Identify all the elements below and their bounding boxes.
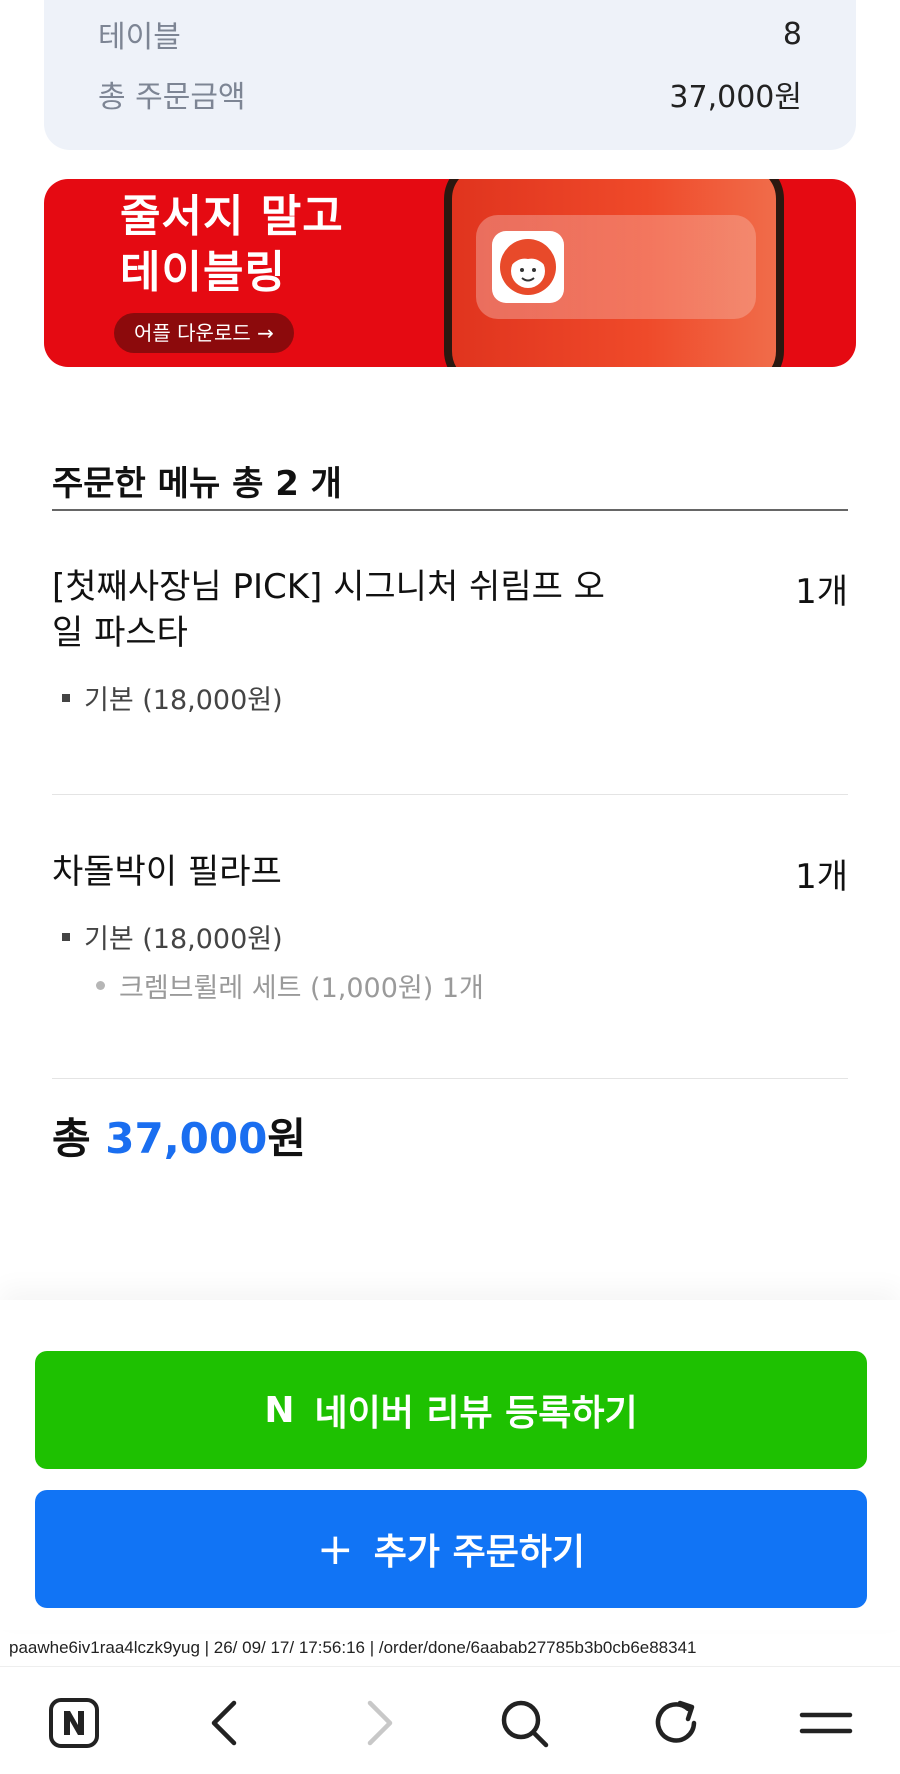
summary-label: 총 주문금액 [98, 80, 246, 115]
reload-icon[interactable] [648, 1695, 704, 1751]
item-option: 기본 (18,000원) [62, 917, 848, 956]
item-divider [52, 1078, 848, 1079]
phone-illustration [444, 179, 784, 367]
item-option: 기본 (18,000원) [62, 678, 848, 717]
total-suffix: 원 [267, 1114, 306, 1163]
option-label: 기본 (18,000원) [84, 924, 283, 955]
total-prefix: 총 [52, 1114, 106, 1163]
forward-icon[interactable] [350, 1695, 406, 1751]
sub-option-label: 크렘브륄레 세트 (1,000원) 1개 [119, 973, 484, 1004]
browser-navbar [0, 1666, 900, 1774]
naver-review-label: 네이버 리뷰 등록하기 [314, 1393, 638, 1434]
app-download-button[interactable]: 어플 다운로드 → [114, 313, 294, 353]
banner-title-line: 테이블링 [120, 247, 286, 298]
summary-label: 테이블 [98, 20, 181, 55]
naver-home-icon[interactable] [46, 1695, 102, 1751]
item-divider [52, 794, 848, 795]
back-icon[interactable] [198, 1695, 254, 1751]
bullet-icon [62, 932, 70, 941]
plus-icon: + [316, 1523, 354, 1575]
order-item: 차돌박이 필라프 1개 기본 (18,000원) 크렘브륄레 세트 (1,000… [52, 849, 848, 1005]
summary-value: 37,000원 [669, 80, 802, 115]
bullet-icon [62, 693, 70, 702]
item-name: [첫째사장님 PICK] 시그니처 쉬림프 오일 파스타 [52, 567, 605, 653]
option-label: 기본 (18,000원) [84, 685, 283, 716]
item-quantity: 1개 [795, 572, 848, 612]
tabling-app-banner[interactable]: 줄서지 말고 테이블링 어플 다운로드 → [44, 179, 856, 367]
summary-row-total: 총 주문금액 37,000원 [98, 72, 802, 116]
order-summary-card: 테이블 8 총 주문금액 37,000원 [44, 0, 856, 150]
debug-status-line: paawhe6iv1raa4lczk9yug | 26/ 09/ 17/ 17:… [9, 1638, 697, 1657]
naver-logo-icon: N [264, 1389, 295, 1431]
summary-row-table: 테이블 8 [98, 12, 802, 56]
banner-title: 줄서지 말고 테이블링 [120, 189, 344, 301]
ordered-menu-title: 주문한 메뉴 총 2 개 [52, 464, 342, 504]
menu-icon[interactable] [798, 1695, 854, 1751]
naver-review-button[interactable]: N 네이버 리뷰 등록하기 [35, 1351, 867, 1469]
total-amount: 37,000 [105, 1114, 268, 1163]
banner-title-line: 줄서지 말고 [120, 191, 344, 242]
add-order-label: 추가 주문하기 [373, 1532, 586, 1573]
tabling-app-icon [492, 231, 564, 303]
order-total: 총 37,000원 [52, 1105, 306, 1166]
character-face-icon [500, 239, 556, 295]
item-quantity: 1개 [795, 857, 848, 897]
item-name: 차돌박이 필라프 [52, 852, 282, 892]
section-divider [52, 509, 848, 511]
item-sub-option: 크렘브륄레 세트 (1,000원) 1개 [96, 966, 848, 1005]
order-item: [첫째사장님 PICK] 시그니처 쉬림프 오일 파스타 1개 기본 (18,0… [52, 564, 848, 717]
dot-bullet-icon [96, 981, 105, 990]
summary-value: 8 [782, 16, 802, 52]
phone-widget [476, 215, 756, 319]
order-complete-page: 테이블 8 총 주문금액 37,000원 줄서지 말고 테이블링 어플 다운로드… [0, 0, 900, 1774]
search-icon[interactable] [496, 1695, 552, 1751]
add-order-button[interactable]: + 추가 주문하기 [35, 1490, 867, 1608]
